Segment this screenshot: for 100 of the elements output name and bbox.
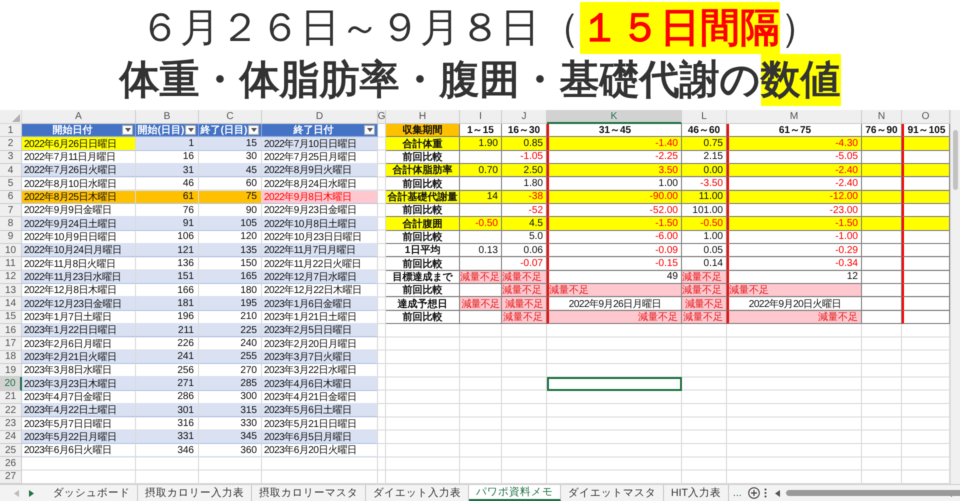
sheet-tab[interactable]: パワポ資料メモ xyxy=(469,485,561,501)
table-cell: 241 xyxy=(136,350,199,364)
column-header[interactable]: O xyxy=(902,110,950,124)
row-label: 前回比較 xyxy=(386,310,460,324)
table-cell: 14 xyxy=(460,190,502,204)
table-cell: 91 xyxy=(136,217,199,231)
row-header[interactable]: 17 xyxy=(0,337,22,351)
table-cell: 360 xyxy=(199,444,262,458)
row-header[interactable]: 3 xyxy=(0,150,22,164)
row-header[interactable]: 22 xyxy=(0,404,22,418)
column-header[interactable]: C xyxy=(199,110,262,124)
table-cell: 3.50 xyxy=(547,164,682,178)
row-header[interactable]: 16 xyxy=(0,324,22,338)
column-header[interactable]: L xyxy=(682,110,727,124)
sheet-tab[interactable]: 摂取カロリーマスタ xyxy=(252,485,366,501)
row-label: 合計腹囲 xyxy=(386,217,460,231)
table-cell: 2023年3月7日火曜日 xyxy=(262,350,378,364)
table-cell: 1.00 xyxy=(682,230,727,244)
filter-button[interactable] xyxy=(185,125,196,135)
caret-icon xyxy=(366,128,372,132)
table-cell: -0.15 xyxy=(547,257,682,271)
table-cell: 1.90 xyxy=(460,137,502,151)
table-cell: 2022年8月9日火曜日 xyxy=(262,164,378,178)
row-header[interactable]: 21 xyxy=(0,390,22,404)
row-header[interactable]: 18 xyxy=(0,350,22,364)
more-tabs-button[interactable]: ... xyxy=(728,485,746,501)
sheet-tab[interactable]: 摂取カロリー入力表 xyxy=(138,485,252,501)
table-cell: 2023年2月21日火曜日 xyxy=(22,350,136,364)
row-header[interactable]: 8 xyxy=(0,217,22,231)
column-header[interactable]: I xyxy=(460,110,502,124)
table-cell: -1.40 xyxy=(547,137,682,151)
table-cell: 減量不足 xyxy=(682,270,727,284)
row-header[interactable]: 5 xyxy=(0,177,22,191)
table-cell: 0.85 xyxy=(502,137,547,151)
table-cell: 減量不足 xyxy=(547,284,682,298)
row-header[interactable]: 7 xyxy=(0,204,22,218)
table-cell: 減量不足 xyxy=(547,310,682,324)
table-cell: 2022年11月23日水曜日 xyxy=(22,270,136,284)
column-header[interactable]: J xyxy=(502,110,547,124)
row-header[interactable]: 1 xyxy=(0,124,22,138)
row-header[interactable]: 25 xyxy=(0,444,22,458)
table-cell: 11.00 xyxy=(682,190,727,204)
row-header[interactable]: 12 xyxy=(0,270,22,284)
scroll-left-icon[interactable] xyxy=(774,490,780,496)
row-header[interactable]: 14 xyxy=(0,297,22,311)
row-header[interactable]: 4 xyxy=(0,164,22,178)
row-header[interactable]: 23 xyxy=(0,417,22,431)
table-cell: -0.50 xyxy=(682,217,727,231)
table-cell: 61 xyxy=(136,190,199,204)
table-cell: -1.50 xyxy=(727,217,862,231)
table-cell: 2023年4月22日土曜日 xyxy=(22,404,136,418)
row-header[interactable]: 15 xyxy=(0,310,22,324)
row-header[interactable]: 20 xyxy=(0,377,22,391)
sheet-tab[interactable]: HIT入力表 xyxy=(664,485,729,501)
table-cell: 2023年6月6日火曜日 xyxy=(22,444,136,458)
table-cell: 2023年5月6日土曜日 xyxy=(262,404,378,418)
column-header[interactable]: G xyxy=(378,110,386,124)
row-header[interactable]: 27 xyxy=(0,470,22,484)
table-cell: 315 xyxy=(199,404,262,418)
table-cell: 2022年7月10日日曜日 xyxy=(262,137,378,151)
table-cell: -2.40 xyxy=(727,164,862,178)
row-header[interactable]: 9 xyxy=(0,230,22,244)
column-header[interactable]: D xyxy=(262,110,378,124)
row-header[interactable]: 19 xyxy=(0,364,22,378)
column-header[interactable]: A xyxy=(22,110,136,124)
table-cell: 2023年6月20日火曜日 xyxy=(262,444,378,458)
filter-button[interactable] xyxy=(122,125,133,135)
column-header[interactable]: K xyxy=(547,110,682,124)
row-header[interactable]: 11 xyxy=(0,257,22,271)
table-cell: 45 xyxy=(199,164,262,178)
row-label: 前回比較 xyxy=(386,284,460,298)
table-cell: 2022年11月7日月曜日 xyxy=(262,244,378,258)
row-header[interactable]: 10 xyxy=(0,244,22,258)
scrollbar[interactable] xyxy=(950,110,960,484)
table-cell: 0.75 xyxy=(682,137,727,151)
more-options-icon[interactable] xyxy=(764,488,767,498)
header-label: 開始日付 xyxy=(52,124,92,136)
table-cell: 121 xyxy=(136,244,199,258)
table-cell: 減量不足 xyxy=(682,310,727,324)
table-cell: 211 xyxy=(136,324,199,338)
row-header[interactable]: 2 xyxy=(0,137,22,151)
row-header[interactable]: 13 xyxy=(0,284,22,298)
row-header[interactable]: 24 xyxy=(0,430,22,444)
table-cell: 減量不足 xyxy=(682,297,727,311)
sheet-tab[interactable]: ダイエットマスタ xyxy=(561,485,664,501)
column-header[interactable]: B xyxy=(136,110,199,124)
sheet-tab[interactable]: ダッシュボード xyxy=(46,485,138,501)
table-cell: 31 xyxy=(136,164,199,178)
cell-cursor[interactable] xyxy=(547,377,682,391)
table-cell: -1.50 xyxy=(547,217,682,231)
column-header[interactable]: H xyxy=(386,110,460,124)
row-header[interactable]: 6 xyxy=(0,190,22,204)
column-header[interactable]: N xyxy=(862,110,902,124)
filter-button[interactable] xyxy=(364,125,375,135)
table-cell: 271 xyxy=(136,377,199,391)
scroll-right-icon[interactable] xyxy=(29,490,34,496)
row-header[interactable]: 26 xyxy=(0,457,22,471)
column-header[interactable]: M xyxy=(727,110,862,124)
add-sheet-icon[interactable] xyxy=(748,487,760,499)
filter-button[interactable] xyxy=(248,125,259,135)
